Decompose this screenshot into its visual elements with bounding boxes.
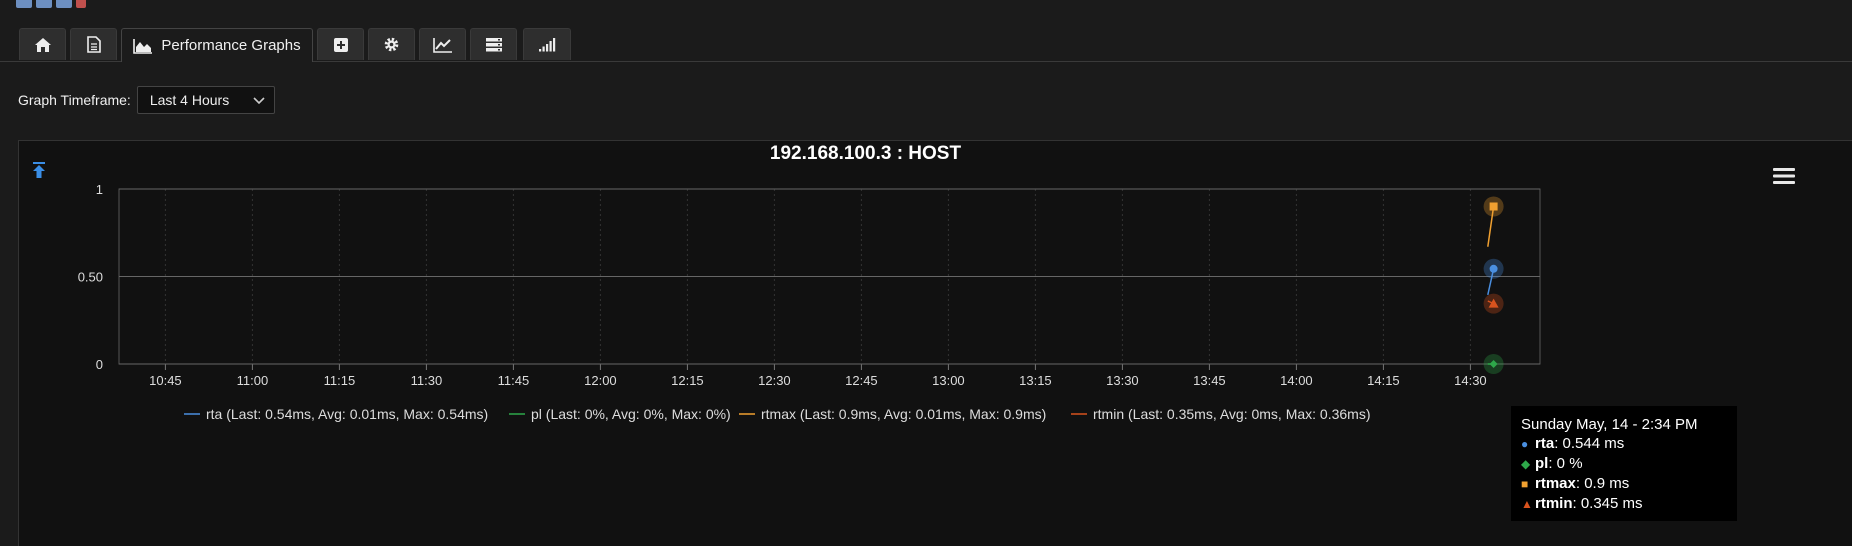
timeframe-label: Graph Timeframe: xyxy=(18,92,131,108)
toolbar-icons xyxy=(16,0,86,8)
tab-bar: Performance Graphs xyxy=(0,26,1852,62)
graph-panel: 192.168.100.3 : HOST 10:45 11:00 11:15 11:30… xyxy=(18,140,1852,546)
tooltip-row-rtmax: ■ rtmax: 0.9 ms xyxy=(1521,474,1727,494)
circle-marker-icon: ● xyxy=(1521,437,1529,451)
legend-item-pl[interactable]: pl (Last: 0%, Avg: 0%, Max: 0%) xyxy=(509,406,731,422)
x-tick-label: 11:45 xyxy=(498,373,530,388)
x-tick-label: 12:30 xyxy=(758,373,791,388)
tooltip-row-rtmin: ▲ rtmin: 0.345 ms xyxy=(1521,494,1727,514)
legend-label: pl (Last: 0%, Avg: 0%, Max: 0%) xyxy=(531,406,731,422)
legend-item-rta[interactable]: rta (Last: 0.54ms, Avg: 0.01ms, Max: 0.5… xyxy=(184,406,488,422)
x-tick-label: 12:45 xyxy=(845,373,878,388)
x-tick-label: 11:30 xyxy=(411,373,443,388)
timeframe-value: Last 4 Hours xyxy=(149,92,230,108)
chevron-down-icon xyxy=(253,97,265,105)
x-tick-label: 14:15 xyxy=(1367,373,1400,388)
x-tick-label: 13:30 xyxy=(1106,373,1139,388)
home-icon xyxy=(34,37,51,52)
tab-document[interactable] xyxy=(70,28,117,60)
legend-label: rtmax (Last: 0.9ms, Avg: 0.01ms, Max: 0.… xyxy=(761,406,1046,422)
tooltip-series-name: rtmax xyxy=(1535,475,1576,492)
legend-item-rtmin[interactable]: rtmin (Last: 0.35ms, Avg: 0ms, Max: 0.36… xyxy=(1071,406,1371,422)
tab-add[interactable] xyxy=(317,28,364,60)
gear-icon xyxy=(384,37,399,52)
tooltip-series-value: : 0.345 ms xyxy=(1572,495,1643,512)
x-tick-label: 13:45 xyxy=(1193,373,1226,388)
chart-tooltip: Sunday May, 14 - 2:34 PM ● rta: 0.544 ms … xyxy=(1511,406,1737,521)
tooltip-series-value: : 0.544 ms xyxy=(1554,435,1625,452)
file-icon[interactable] xyxy=(16,0,32,8)
y-tick-label: 0 xyxy=(96,357,103,372)
pdf-icon[interactable] xyxy=(76,0,86,8)
legend-item-rtmax[interactable]: rtmax (Last: 0.9ms, Avg: 0.01ms, Max: 0.… xyxy=(739,406,1046,422)
tab-settings[interactable] xyxy=(368,28,415,60)
x-tick-label: 14:30 xyxy=(1454,373,1487,388)
line-chart-icon xyxy=(432,37,452,53)
print-icon[interactable] xyxy=(56,0,72,8)
tooltip-title: Sunday May, 14 - 2:34 PM xyxy=(1521,416,1698,433)
tooltip-series-name: pl xyxy=(1535,455,1549,472)
x-tick-label: 12:00 xyxy=(584,373,617,388)
tab-signal[interactable] xyxy=(523,28,571,60)
x-tick-label: 14:00 xyxy=(1280,373,1313,388)
legend-label: rta (Last: 0.54ms, Avg: 0.01ms, Max: 0.5… xyxy=(206,406,488,422)
timeframe-control: Graph Timeframe: Last 4 Hours xyxy=(18,86,275,114)
tooltip-series-value: : 0.9 ms xyxy=(1575,475,1630,492)
tooltip-row-rta: ● rta: 0.544 ms xyxy=(1521,434,1727,454)
plus-square-icon xyxy=(333,37,348,52)
x-tick-label: 11:15 xyxy=(324,373,356,388)
document-icon xyxy=(86,36,101,53)
x-tick-label: 13:15 xyxy=(1019,373,1052,388)
area-chart-icon xyxy=(133,38,153,54)
server-list-icon xyxy=(485,38,502,52)
timeframe-select[interactable]: Last 4 Hours xyxy=(136,86,275,114)
tab-label: Performance Graphs xyxy=(161,37,301,54)
chart-title: 192.168.100.3 : HOST xyxy=(770,143,962,164)
y-tick-label: 1 xyxy=(96,182,103,197)
legend-label: rtmin (Last: 0.35ms, Avg: 0ms, Max: 0.36… xyxy=(1093,406,1371,422)
signal-bars-icon xyxy=(539,38,556,52)
data-point-rta xyxy=(1489,264,1498,273)
data-point-rtmax xyxy=(1489,202,1498,211)
diamond-marker-icon: ◆ xyxy=(1521,457,1531,471)
x-tick-label: 10:45 xyxy=(149,373,182,388)
tooltip-row-pl: ◆ pl: 0 % xyxy=(1521,454,1727,474)
x-tick-label: 13:00 xyxy=(932,373,965,388)
tooltip-series-name: rta xyxy=(1535,435,1555,452)
y-tick-label: 0.50 xyxy=(78,270,103,285)
triangle-marker-icon: ▲ xyxy=(1521,497,1533,511)
chart-menu-icon[interactable] xyxy=(1773,167,1795,185)
x-tick-label: 11:00 xyxy=(237,373,269,388)
collapse-icon[interactable] xyxy=(31,161,47,179)
square-marker-icon: ■ xyxy=(1521,477,1529,491)
x-tick-label: 12:15 xyxy=(671,373,704,388)
tab-home[interactable] xyxy=(19,28,66,60)
tab-performance-graphs[interactable]: Performance Graphs xyxy=(121,28,313,62)
save-icon[interactable] xyxy=(36,0,52,8)
tab-list[interactable] xyxy=(470,28,517,60)
tab-trends[interactable] xyxy=(419,28,466,60)
tooltip-series-name: rtmin xyxy=(1535,495,1573,512)
tooltip-series-value: : 0 % xyxy=(1548,455,1583,472)
